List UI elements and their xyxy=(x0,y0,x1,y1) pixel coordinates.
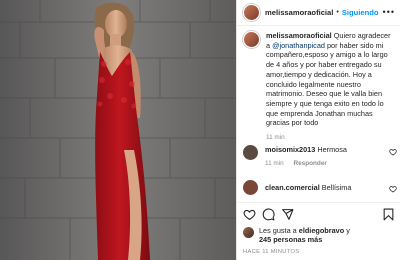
post-header: melissamoraoficial • Siguiendo ••• xyxy=(237,0,400,26)
likes-text: Les gusta a eldiegobravo y 245 personas … xyxy=(259,226,350,245)
likes-summary: Les gusta a eldiegobravo y 245 personas … xyxy=(243,226,350,245)
comment-time: 11 min xyxy=(265,159,284,167)
comment-bubble-icon[interactable] xyxy=(262,208,275,221)
comment-item: moisomix2013 Hermosa 11 min Responder xyxy=(243,145,397,168)
caption-mention-link[interactable]: @jonathanpicad xyxy=(272,41,325,50)
comment-meta: 11 min Responder xyxy=(265,159,347,169)
likes-prefix: Les gusta a xyxy=(259,226,299,235)
following-button[interactable]: Siguiendo xyxy=(342,8,379,17)
comment-avatar[interactable] xyxy=(243,145,258,160)
comment-body: moisomix2013 Hermosa 11 min Responder xyxy=(265,145,347,168)
likes-middle: y xyxy=(344,226,350,235)
liker-username[interactable]: eldiegobravo xyxy=(299,226,344,235)
comment-text: Bellísima xyxy=(321,183,352,192)
like-comment-heart-icon[interactable] xyxy=(389,148,397,156)
save-bookmark-icon[interactable] xyxy=(382,208,395,221)
comment-username[interactable]: moisomix2013 xyxy=(265,145,315,154)
liker-avatar[interactable] xyxy=(243,227,254,238)
caption-text-after: por haber sido mi compañero,esposo y ami… xyxy=(266,40,388,128)
comment-item: clean.comercial Bellísima xyxy=(243,180,397,195)
author-avatar[interactable] xyxy=(243,4,260,21)
comment-body: clean.comercial Bellísima xyxy=(265,183,351,195)
reply-button[interactable]: Responder xyxy=(294,160,327,167)
comment-text: Hermosa xyxy=(317,145,347,154)
post-timestamp: HACE 11 MINUTOS xyxy=(243,249,300,255)
post-caption: melissamoraoficial Quiero agradecer a @j… xyxy=(243,31,397,143)
author-username[interactable]: melissamoraoficial xyxy=(265,8,333,17)
post-sidebar: melissamoraoficial • Siguiendo ••• melis… xyxy=(236,0,400,260)
comment-avatar[interactable] xyxy=(243,180,258,195)
caption-body: melissamoraoficial Quiero agradecer a @j… xyxy=(266,31,394,143)
likes-count-link[interactable]: 245 personas más xyxy=(259,235,322,244)
header-separator: • xyxy=(336,9,339,16)
share-paper-plane-icon[interactable] xyxy=(281,208,294,221)
caption-avatar[interactable] xyxy=(243,31,260,48)
post-photo[interactable] xyxy=(0,0,236,260)
ellipsis-icon[interactable]: ••• xyxy=(383,7,395,17)
photo-image xyxy=(0,0,236,260)
like-heart-icon[interactable] xyxy=(243,208,256,221)
instagram-post: melissamoraoficial • Siguiendo ••• melis… xyxy=(0,0,400,260)
like-comment-heart-icon[interactable] xyxy=(389,185,397,193)
comment-username[interactable]: clean.comercial xyxy=(265,183,320,192)
caption-time: 11 min xyxy=(266,134,285,142)
caption-username[interactable]: melissamoraoficial xyxy=(266,31,332,40)
action-bar xyxy=(237,202,400,224)
